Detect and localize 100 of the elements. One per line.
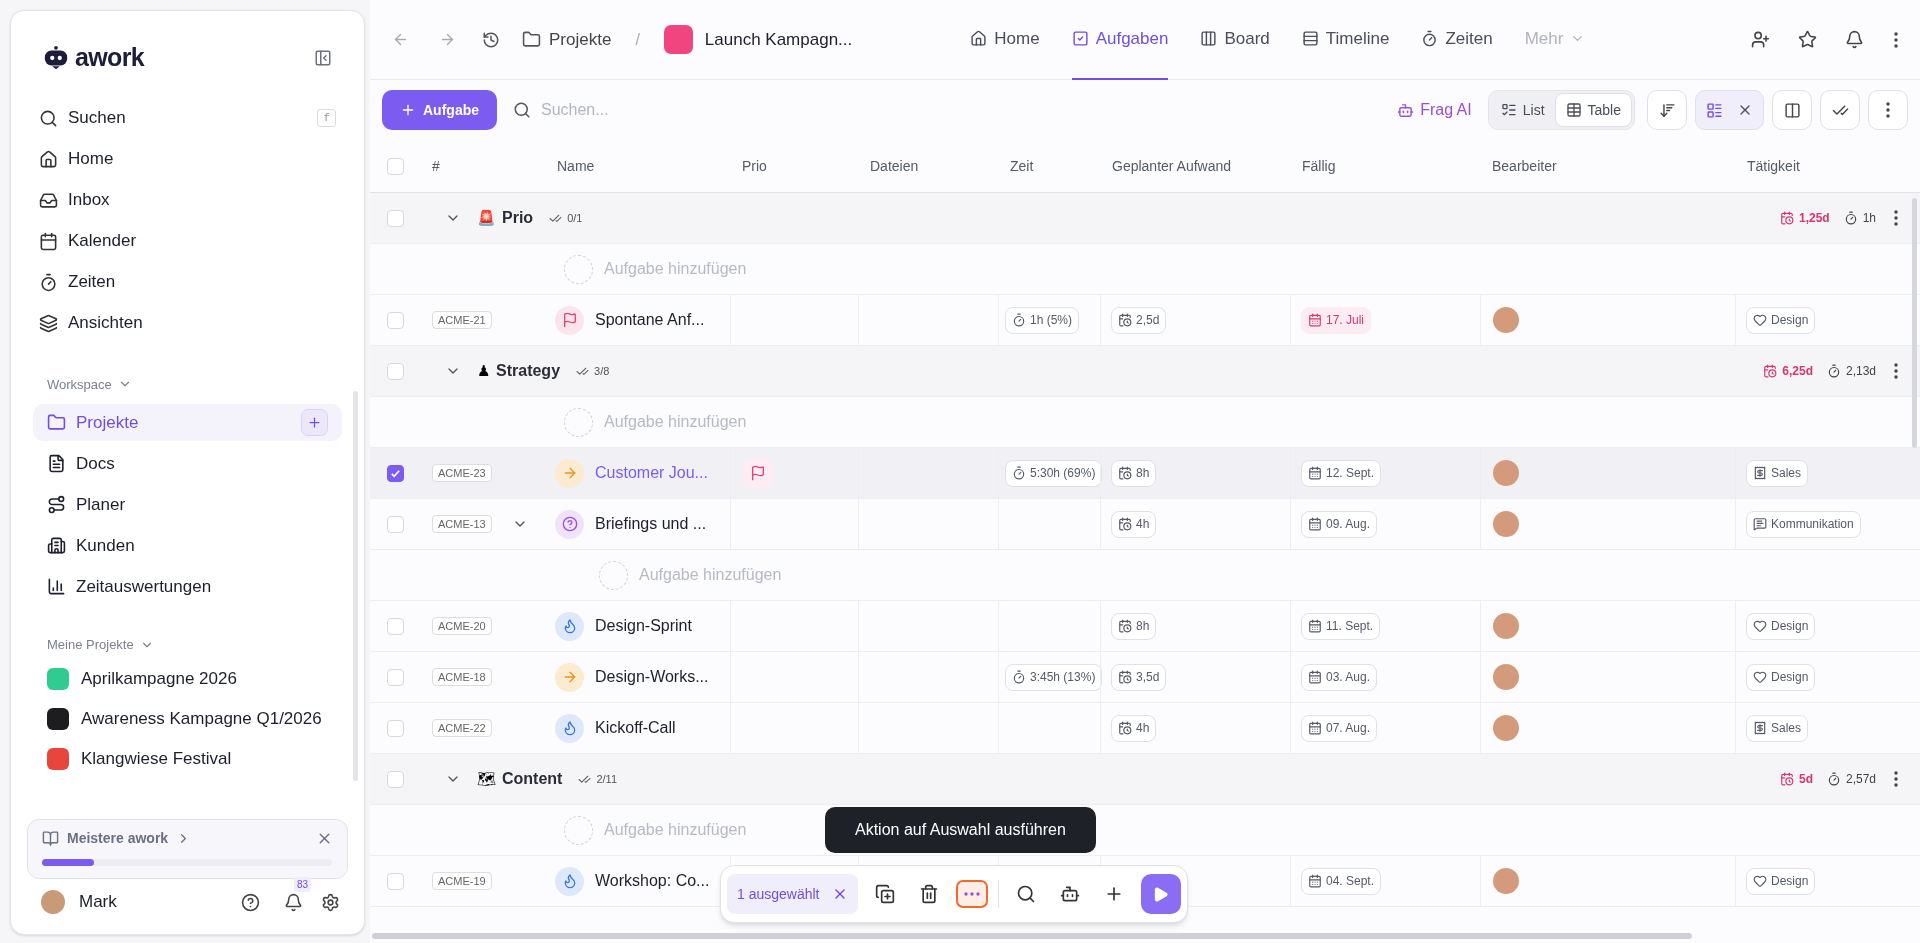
- column-header[interactable]: Name: [557, 157, 595, 174]
- section-title[interactable]: Meine Projekte: [47, 635, 134, 655]
- nav-item[interactable]: Kalender: [39, 225, 336, 257]
- column-header[interactable]: Dateien: [870, 157, 919, 174]
- onboarding-card[interactable]: Meistere awork: [27, 819, 348, 879]
- settings-icon[interactable]: [321, 892, 340, 912]
- nav-tab[interactable]: Timeline: [1301, 0, 1390, 80]
- status-icon[interactable]: [555, 713, 584, 743]
- assignee-avatar[interactable]: [1493, 460, 1519, 486]
- value-pill[interactable]: 4h: [1111, 510, 1157, 538]
- value-pill[interactable]: 12. Sept.: [1301, 459, 1382, 487]
- view-toggle[interactable]: List: [1490, 93, 1555, 127]
- value-pill[interactable]: Design: [1746, 663, 1816, 691]
- nav-item[interactable]: Inbox: [39, 184, 336, 216]
- value-pill[interactable]: 1h (5%): [1005, 306, 1080, 334]
- column-header[interactable]: Tätigkeit: [1747, 157, 1800, 174]
- value-pill[interactable]: 03. Aug.: [1301, 663, 1378, 691]
- add-member-icon[interactable]: [1751, 30, 1770, 49]
- more-options-icon[interactable]: [1886, 102, 1890, 118]
- play-button[interactable]: [1140, 874, 1181, 914]
- more-options-icon[interactable]: [1894, 31, 1898, 48]
- user-name[interactable]: Mark: [79, 889, 117, 915]
- priority-flag-icon[interactable]: [743, 458, 772, 488]
- selection-count-chip[interactable]: 1 ausgewählt: [727, 874, 858, 914]
- value-pill[interactable]: 5:30h (69%): [1005, 459, 1103, 487]
- status-icon[interactable]: [555, 509, 584, 539]
- nav-tab[interactable]: Home: [970, 0, 1040, 80]
- add-task-button[interactable]: Aufgabe: [382, 90, 497, 130]
- nav-item[interactable]: Kunden: [33, 527, 342, 564]
- project-item[interactable]: Aprilkampagne 2026: [47, 662, 328, 696]
- assignee-avatar[interactable]: [1493, 868, 1519, 894]
- value-pill[interactable]: Kommunikation: [1746, 510, 1861, 538]
- checkbox[interactable]: [386, 464, 404, 482]
- user-avatar[interactable]: [41, 890, 65, 914]
- notifications-icon[interactable]: [284, 892, 303, 912]
- group-title[interactable]: Prio: [502, 206, 534, 230]
- section-title[interactable]: Workspace: [47, 374, 112, 394]
- column-header[interactable]: Geplanter Aufwand: [1112, 157, 1232, 174]
- nav-tab[interactable]: Board: [1200, 0, 1270, 80]
- assignee-avatar[interactable]: [1493, 307, 1519, 333]
- task-name[interactable]: Briefings und ...: [595, 512, 707, 536]
- star-icon[interactable]: [1798, 30, 1817, 49]
- nav-item[interactable]: Docs: [33, 445, 342, 482]
- task-name[interactable]: Workshop: Co...: [595, 869, 710, 893]
- assignee-avatar[interactable]: [1493, 613, 1519, 639]
- nav-tab[interactable]: Zeiten: [1421, 0, 1493, 80]
- done-filter-button[interactable]: [1820, 90, 1860, 130]
- task-name[interactable]: Design-Sprint: [595, 614, 692, 638]
- task-name[interactable]: Customer Jou...: [595, 461, 708, 485]
- value-pill[interactable]: 8h: [1111, 459, 1157, 487]
- assignee-avatar[interactable]: [1493, 511, 1519, 537]
- status-icon[interactable]: [555, 611, 584, 641]
- nav-item[interactable]: Projekte: [33, 404, 342, 441]
- value-pill[interactable]: Design: [1746, 306, 1816, 334]
- sort-button[interactable]: [1647, 90, 1687, 130]
- nav-item[interactable]: Zeiten: [39, 266, 336, 298]
- columns-button[interactable]: [1772, 90, 1812, 130]
- grouping-button[interactable]: [1695, 90, 1764, 130]
- task-name[interactable]: Design-Works...: [595, 665, 709, 689]
- value-pill[interactable]: 04. Sept.: [1301, 867, 1382, 895]
- nav-tab[interactable]: Aufgaben: [1071, 0, 1169, 80]
- value-pill[interactable]: 8h: [1111, 612, 1157, 640]
- add-project-button[interactable]: [301, 409, 328, 436]
- project-title[interactable]: Launch Kampagn...: [704, 26, 853, 53]
- value-pill[interactable]: Sales: [1746, 459, 1809, 487]
- bell-icon[interactable]: [1845, 30, 1864, 49]
- collapse-sidebar-icon[interactable]: [314, 48, 332, 67]
- more-options-icon[interactable]: [1894, 210, 1898, 226]
- nav-item[interactable]: Zeitauswertungen: [33, 568, 342, 605]
- nav-item[interactable]: Ansichten: [39, 307, 336, 339]
- column-header[interactable]: Prio: [742, 157, 767, 174]
- forward-icon[interactable]: [439, 31, 456, 48]
- value-pill[interactable]: 4h: [1111, 714, 1157, 742]
- value-pill[interactable]: Design: [1746, 612, 1816, 640]
- status-icon[interactable]: [555, 662, 584, 692]
- history-icon[interactable]: [482, 30, 500, 49]
- breadcrumb-link[interactable]: Projekte: [549, 26, 612, 53]
- assignee-avatar[interactable]: [1493, 715, 1519, 741]
- view-toggle[interactable]: Table: [1554, 93, 1632, 127]
- project-item[interactable]: Klangwiese Festival: [47, 742, 328, 776]
- value-pill[interactable]: 07. Aug.: [1301, 714, 1378, 742]
- ai-button[interactable]: Frag AI: [1397, 98, 1472, 122]
- back-icon[interactable]: [392, 31, 409, 48]
- folder-icon[interactable]: [522, 30, 541, 49]
- value-pill[interactable]: 3,5d: [1111, 663, 1167, 691]
- nav-item[interactable]: Home: [39, 143, 336, 175]
- value-pill[interactable]: Design: [1746, 867, 1816, 895]
- value-pill[interactable]: 2,5d: [1111, 306, 1167, 334]
- column-header[interactable]: Fällig: [1302, 157, 1336, 174]
- task-name[interactable]: Spontane Anf...: [595, 308, 705, 332]
- help-icon[interactable]: [241, 892, 260, 912]
- assignee-avatar[interactable]: [1493, 664, 1519, 690]
- nav-item[interactable]: Planer: [33, 486, 342, 523]
- value-pill[interactable]: 09. Aug.: [1301, 510, 1378, 538]
- more-actions-button[interactable]: [955, 880, 988, 908]
- value-pill[interactable]: 3:45h (13%): [1005, 663, 1103, 691]
- more-options-icon[interactable]: [1894, 363, 1898, 379]
- column-header[interactable]: Bearbeiter: [1492, 157, 1557, 174]
- value-pill[interactable]: 11. Sept.: [1301, 612, 1381, 640]
- column-header[interactable]: #: [432, 157, 440, 174]
